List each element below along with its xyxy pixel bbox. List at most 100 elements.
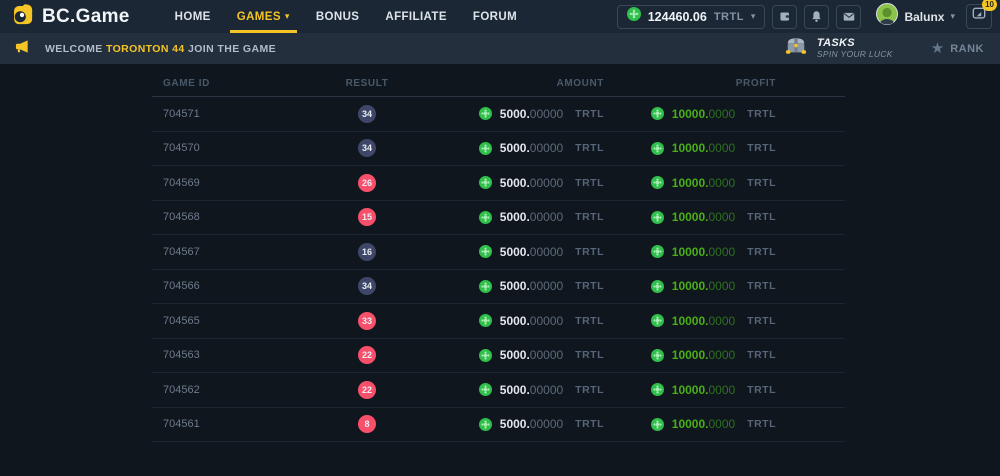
coin-icon [651,349,664,362]
profit-currency: TRTL [747,246,776,258]
coin-icon [479,314,492,327]
user-menu[interactable]: Balunx ▾ [876,3,955,30]
top-header: BC.Game HOME GAMES ▾ BONUS AFFILIATE FOR… [0,0,1000,33]
table-row[interactable]: 704565 33 5000. 00000 TRTL [152,304,845,339]
table-row[interactable]: 704562 22 5000. 00000 TRTL [152,373,845,408]
profit-currency: TRTL [747,280,776,292]
profit-currency: TRTL [747,315,776,327]
username-label: Balunx [904,10,944,24]
amount-decimals: 00000 [530,279,563,293]
coin-icon [479,349,492,362]
nav-forum[interactable]: FORUM [460,0,530,33]
balance-selector[interactable]: 124460.06 TRTL ▾ [617,5,766,29]
game-id-cell: 704568 [152,211,312,223]
table-row[interactable]: 704568 15 5000. 00000 TRTL [152,201,845,236]
table-row[interactable]: 704561 8 5000. 00000 TRTL [152,408,845,443]
tasks-widget[interactable]: TASKS SPIN YOUR LUCK [783,35,893,62]
profit-decimals: 0000 [708,210,735,224]
amount-decimals: 00000 [530,383,563,397]
coin-icon [479,176,492,189]
game-id-cell: 704562 [152,384,312,396]
coin-icon [651,142,664,155]
amount-decimals: 00000 [530,348,563,362]
game-id-cell: 704561 [152,418,312,430]
amount-value: 5000. [500,210,530,224]
table-row[interactable]: 704563 22 5000. 00000 TRTL [152,339,845,374]
table-row[interactable]: 704570 34 5000. 00000 TRTL [152,132,845,167]
column-header-amount: AMOUNT [422,78,604,89]
profit-value: 10000. [672,417,709,431]
treasure-chest-icon [783,35,809,62]
column-header-game-id: GAME ID [152,78,312,89]
table-row[interactable]: 704567 16 5000. 00000 TRTL [152,235,845,270]
profit-currency: TRTL [747,177,776,189]
mail-icon [842,10,856,23]
brand-name: BC.Game [42,6,130,28]
profit-currency: TRTL [747,349,776,361]
amount-value: 5000. [500,107,530,121]
amount-currency: TRTL [575,108,604,120]
amount-currency: TRTL [575,280,604,292]
amount-decimals: 00000 [530,107,563,121]
amount-decimals: 00000 [530,176,563,190]
wallet-icon [778,10,791,23]
table-row[interactable]: 704569 26 5000. 00000 TRTL [152,166,845,201]
coin-icon [651,418,664,431]
profit-value: 10000. [672,141,709,155]
chevron-down-icon: ▾ [751,11,756,22]
coin-icon [651,107,664,120]
rank-widget[interactable]: ★ RANK [931,41,986,56]
header-right: 124460.06 TRTL ▾ [617,3,992,30]
coin-icon [479,211,492,224]
rank-label: RANK [950,43,984,55]
result-badge: 8 [358,415,376,433]
nav-affiliate[interactable]: AFFILIATE [372,0,460,33]
coin-icon [627,7,641,26]
profit-value: 10000. [672,279,709,293]
wallet-button[interactable] [772,5,797,29]
amount-currency: TRTL [575,349,604,361]
messages-button[interactable] [836,5,861,29]
profit-decimals: 0000 [708,107,735,121]
amount-decimals: 00000 [530,417,563,431]
amount-value: 5000. [500,141,530,155]
amount-value: 5000. [500,314,530,328]
profit-decimals: 0000 [708,383,735,397]
coin-icon [479,107,492,120]
tasks-subtitle: SPIN YOUR LUCK [817,50,893,60]
chat-button[interactable]: 10 [966,4,992,29]
coin-icon [651,314,664,327]
result-badge: 22 [358,381,376,399]
nav-bonus[interactable]: BONUS [303,0,373,33]
coin-icon [651,211,664,224]
profit-currency: TRTL [747,384,776,396]
amount-currency: TRTL [575,211,604,223]
profit-value: 10000. [672,107,709,121]
profit-value: 10000. [672,245,709,259]
bcgame-logo-icon [10,2,35,32]
result-badge: 22 [358,346,376,364]
amount-value: 5000. [500,279,530,293]
coin-icon [479,280,492,293]
amount-decimals: 00000 [530,245,563,259]
chevron-down-icon: ▾ [285,11,290,22]
profit-value: 10000. [672,210,709,224]
amount-value: 5000. [500,383,530,397]
profit-value: 10000. [672,348,709,362]
avatar [876,3,898,30]
result-badge: 34 [358,277,376,295]
notifications-button[interactable] [804,5,829,29]
table-row[interactable]: 704566 34 5000. 00000 TRTL [152,270,845,305]
profit-decimals: 0000 [708,279,735,293]
result-badge: 16 [358,243,376,261]
amount-currency: TRTL [575,384,604,396]
profit-value: 10000. [672,383,709,397]
profit-decimals: 0000 [708,348,735,362]
brand-logo[interactable]: BC.Game [10,2,130,32]
table-row[interactable]: 704571 34 5000. 00000 TRTL [152,97,845,132]
profit-decimals: 0000 [708,141,735,155]
coin-icon [651,383,664,396]
nav-games[interactable]: GAMES ▾ [224,0,303,33]
nav-home[interactable]: HOME [162,0,224,33]
amount-currency: TRTL [575,246,604,258]
